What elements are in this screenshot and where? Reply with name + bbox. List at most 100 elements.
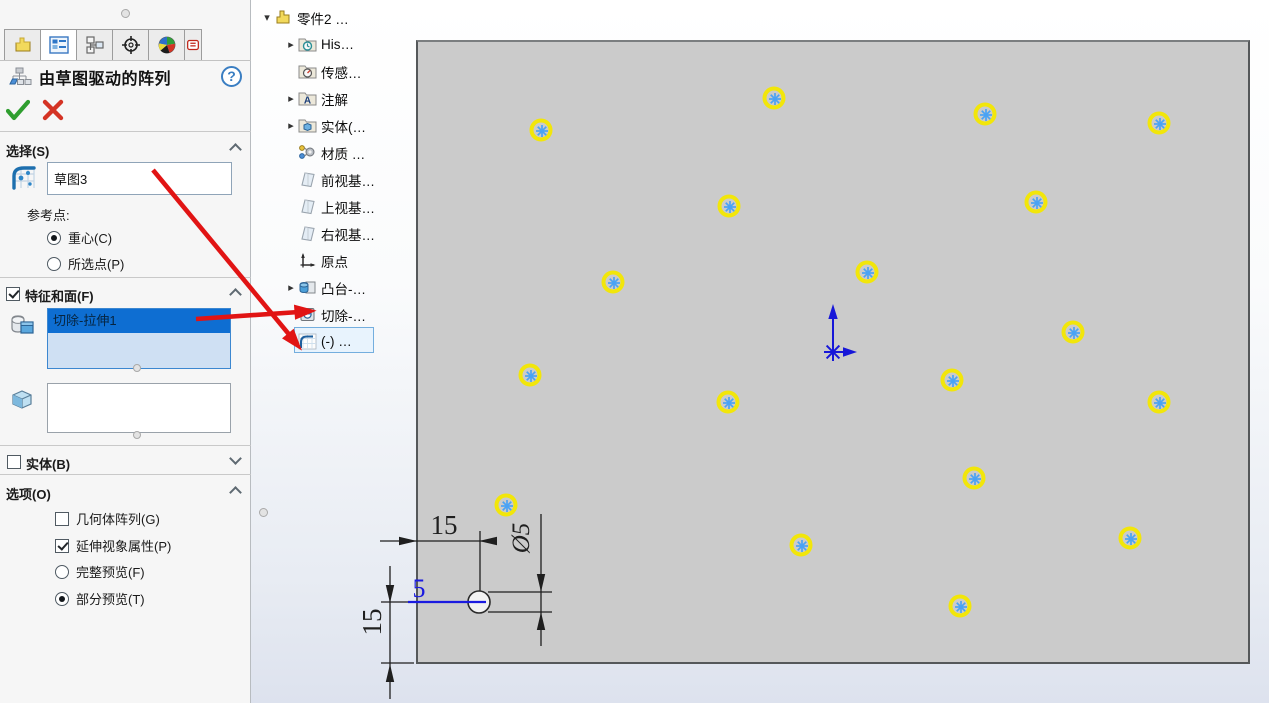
tree-expander[interactable]: ▸ [284,92,298,105]
feature-list-item-selected[interactable]: 切除-拉伸1 [48,309,230,333]
radio-selected-point[interactable]: 所选点(P) [47,254,124,273]
tab-configuration-manager[interactable] [76,29,112,61]
section-selection[interactable]: 选择(S) [0,139,250,161]
tree-item-cut-extrude[interactable]: 切除-… [284,301,366,328]
option-propagate-visual[interactable]: 延伸视象属性(P) [55,536,171,555]
pattern-star-icon [1063,322,1086,345]
pattern-point[interactable] [790,534,813,557]
faces-listbox[interactable] [47,383,231,433]
tab-property-manager[interactable] [40,29,76,61]
pattern-point[interactable] [949,595,972,618]
pattern-point[interactable] [495,494,518,517]
tree-expander[interactable]: ▾ [260,11,274,24]
listbox-resize-handle[interactable] [133,431,141,439]
tree-item-label: 传感… [321,62,362,82]
pattern-star-icon [1026,192,1049,215]
dim-arrowhead [386,664,394,682]
tree-expander[interactable]: ▸ [284,119,298,132]
tree-expander[interactable]: ▸ [284,38,298,51]
dim-text-height[interactable]: 15 [357,609,387,636]
radio-icon[interactable] [47,231,61,245]
pattern-star-icon [520,365,543,388]
section-bodies-label: 实体(B) [26,454,70,473]
chevron-down-icon[interactable] [229,452,242,465]
pattern-star-icon [764,88,787,111]
pattern-point[interactable] [1148,391,1171,414]
tree-item-part[interactable]: ▾零件2 … [260,4,349,31]
tree-item-sketch[interactable]: (-) … [284,328,352,355]
pattern-point[interactable] [1119,527,1142,550]
section-options-label: 选项(O) [6,484,51,503]
pattern-point[interactable] [763,87,786,110]
pattern-star-icon [950,596,973,619]
pattern-point[interactable] [974,103,997,126]
pattern-point[interactable] [941,369,964,392]
tab-dimxpert-manager[interactable] [112,29,148,61]
pattern-point[interactable] [519,364,542,387]
radio-icon[interactable] [47,257,61,271]
divider [0,277,251,278]
pattern-point[interactable] [718,195,741,218]
tree-item-history-folder[interactable]: ▸His… [284,31,354,58]
features-checkbox[interactable] [6,287,20,301]
chevron-up-icon[interactable] [229,288,242,301]
option-full-preview[interactable]: 完整预览(F) [55,562,145,581]
section-bodies[interactable]: 实体(B) [0,452,250,474]
radio-centroid[interactable]: 重心(C) [47,228,112,247]
annotations-folder-icon: A [298,90,318,108]
pattern-point[interactable] [1062,321,1085,344]
sketch-select-icon [10,164,38,192]
manager-tab-bar [4,29,216,61]
tree-item-origin[interactable]: 原点 [284,247,348,274]
pattern-point[interactable] [1148,112,1171,135]
ok-check-icon[interactable] [6,99,30,121]
section-options[interactable]: 选项(O) [0,482,250,504]
features-listbox[interactable]: 切除-拉伸1 [47,308,231,369]
property-manager-panel: 由草图驱动的阵列 ? 选择(S) 参考点: 重心( [0,0,251,703]
checkbox-icon[interactable] [55,512,69,526]
panel-splitter-handle[interactable] [121,9,130,18]
property-manager-icon [48,35,70,55]
tree-item-plane[interactable]: 前视基… [284,166,375,193]
pattern-point[interactable] [856,261,879,284]
tree-item-material[interactable]: 材质 … [284,139,365,166]
listbox-resize-handle[interactable] [133,364,141,372]
tab-partial[interactable] [184,29,202,61]
svg-text:A: A [304,96,311,107]
radio-icon[interactable] [55,592,69,606]
chevron-up-icon[interactable] [229,143,242,156]
tree-item-sensors-folder[interactable]: 传感… [284,58,362,85]
section-features-label: 特征和面(F) [25,286,94,305]
chevron-up-icon[interactable] [229,486,242,499]
tree-item-label: 材质 … [321,143,365,163]
pattern-star-icon [857,262,880,285]
tree-item-label: 前视基… [321,170,375,190]
tree-item-plane[interactable]: 右视基… [284,220,375,247]
tree-expander[interactable]: ▸ [284,281,298,294]
tree-item-boss-extrude[interactable]: ▸凸台-… [284,274,366,301]
radio-icon[interactable] [55,565,69,579]
tree-item-annotations-folder[interactable]: ▸A注解 [284,85,348,112]
pattern-star-icon [496,495,519,518]
tab-display-manager[interactable] [148,29,184,61]
pattern-point[interactable] [717,391,740,414]
bodies-checkbox[interactable] [7,455,21,469]
section-features-faces[interactable]: 特征和面(F) [0,284,250,306]
pattern-point[interactable] [963,467,986,490]
tree-item-solid-bodies-folder[interactable]: ▸实体(… [284,112,366,139]
cancel-x-icon[interactable] [42,99,64,121]
checkbox-icon[interactable] [55,539,69,553]
propagate-visual-label: 延伸视象属性(P) [76,536,171,555]
tree-item-plane[interactable]: 上视基… [284,193,375,220]
pattern-point[interactable] [530,119,553,142]
option-partial-preview[interactable]: 部分预览(T) [55,589,145,608]
option-geometry-pattern[interactable]: 几何体阵列(G) [55,509,160,528]
tab-feature-manager[interactable] [4,29,40,61]
dimension-height-15[interactable] [381,566,414,699]
help-icon[interactable]: ? [221,66,242,87]
viewport-splitter-handle[interactable] [259,508,268,517]
pattern-sketch-input[interactable] [47,162,232,195]
pattern-point[interactable] [1025,191,1048,214]
pattern-point[interactable] [602,271,625,294]
dim-arrowhead [399,537,417,545]
